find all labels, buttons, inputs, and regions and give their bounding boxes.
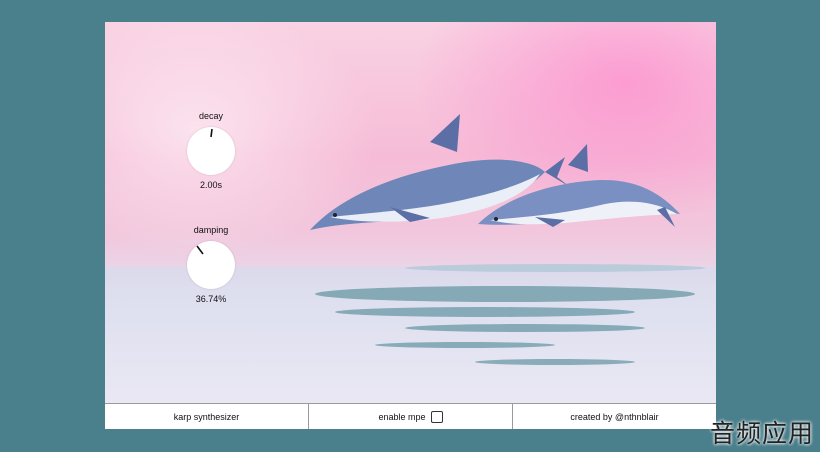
decay-knob[interactable] — [187, 127, 235, 175]
mpe-label: enable mpe — [378, 412, 426, 422]
mpe-toggle[interactable]: enable mpe — [309, 404, 513, 429]
watermark-text: 音频应用 — [709, 419, 814, 448]
damping-label: damping — [193, 225, 229, 235]
decay-label: decay — [198, 111, 224, 121]
synth-title: karp synthesizer — [105, 404, 309, 429]
decay-control: decay 2.00s — [183, 110, 239, 191]
damping-knob-pointer — [196, 245, 204, 255]
credit-cell: created by @nthnblair — [513, 404, 716, 429]
mpe-checkbox[interactable] — [430, 411, 443, 423]
damping-knob[interactable] — [187, 241, 235, 289]
dolphins-illustration — [310, 114, 705, 365]
damping-control: damping 36.74% — [183, 224, 239, 305]
decay-value: 2.00s — [199, 180, 223, 190]
credit-text: created by @nthnblair — [570, 412, 659, 422]
decay-knob-pointer — [210, 128, 213, 138]
damping-value: 36.74% — [195, 294, 227, 304]
bottom-bar: karp synthesizer enable mpe created by @… — [105, 403, 716, 429]
synth-window: decay 2.00s damping 36.74% karp synthesi… — [105, 22, 716, 429]
synth-title-text: karp synthesizer — [173, 412, 240, 422]
background-scene — [105, 22, 716, 403]
